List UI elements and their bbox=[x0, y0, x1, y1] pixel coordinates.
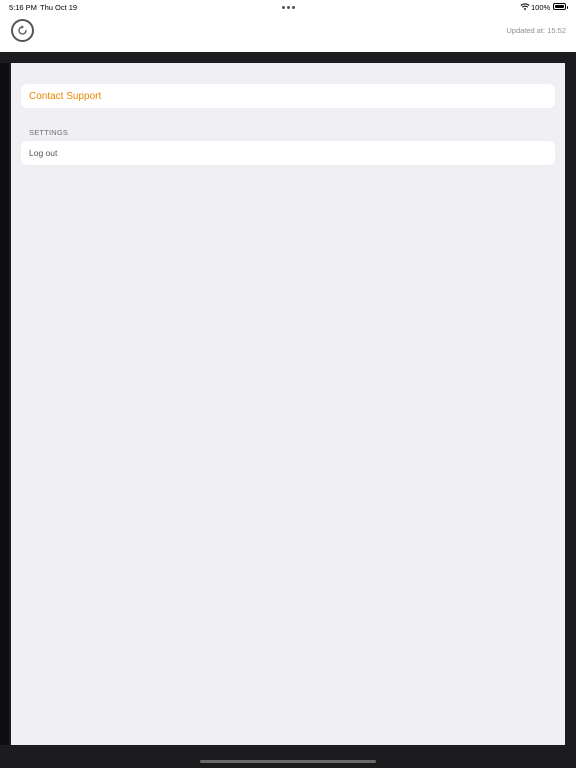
settings-section-header: SETTINGS bbox=[29, 128, 69, 137]
refresh-icon bbox=[18, 25, 27, 35]
battery-icon bbox=[553, 3, 568, 10]
top-bar: 5:16 PM Thu Oct 19 100% Updated at: 15:5… bbox=[0, 0, 576, 52]
multitasking-dots-icon[interactable] bbox=[281, 3, 295, 11]
battery-percent: 100% bbox=[531, 3, 551, 12]
status-time: 5:16 PM bbox=[9, 3, 37, 12]
home-indicator[interactable] bbox=[200, 760, 376, 763]
contact-support-link[interactable]: Contact Support bbox=[29, 91, 101, 102]
sidebar-edge bbox=[0, 63, 9, 745]
logout-row[interactable]: Log out bbox=[21, 141, 555, 165]
updated-timestamp: Updated at: 15:52 bbox=[506, 26, 566, 35]
refresh-button[interactable] bbox=[11, 19, 34, 42]
wifi-icon bbox=[520, 3, 530, 11]
app-screen: 5:16 PM Thu Oct 19 100% Updated at: 15:5… bbox=[0, 0, 576, 768]
settings-panel: Contact Support SETTINGS Log out bbox=[11, 63, 565, 745]
contact-support-row[interactable]: Contact Support bbox=[21, 84, 555, 108]
logout-button[interactable]: Log out bbox=[29, 148, 57, 158]
status-date: Thu Oct 19 bbox=[40, 3, 78, 12]
